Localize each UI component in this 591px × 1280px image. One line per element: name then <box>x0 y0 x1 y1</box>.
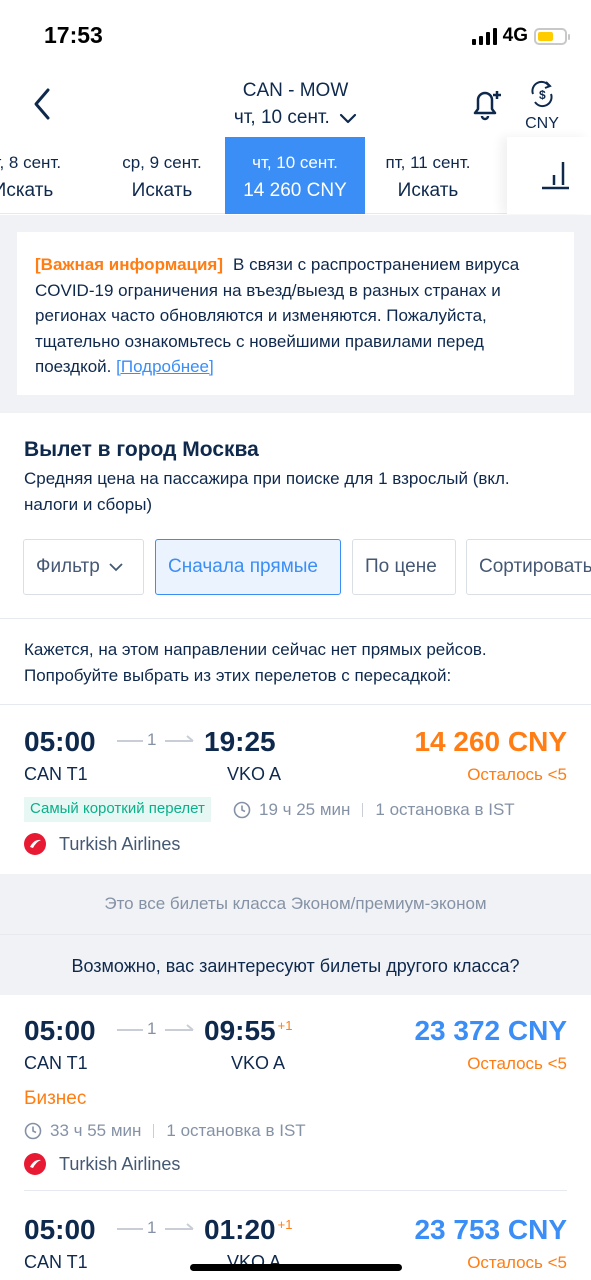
by-price-label: По цене <box>365 556 437 577</box>
notice-important-label: [Важная информация] <box>35 255 224 274</box>
divider <box>24 1190 567 1191</box>
date-tab-price: 14 260 CNY <box>243 180 347 201</box>
flight-price: 14 260 CNY <box>414 726 567 757</box>
currency-exchange-icon: $ <box>531 80 553 108</box>
date-tab-price: Искать <box>0 180 54 201</box>
airline: Turkish Airlines <box>24 833 180 855</box>
price-alert-button[interactable] <box>467 86 503 122</box>
date-tab-price: Искать <box>131 180 193 201</box>
economy-note-band: Это все билеты класса Эконом/премиум-эко… <box>0 874 591 934</box>
currency-label: CNY <box>525 115 559 132</box>
currency-button[interactable]: $ CNY <box>520 80 564 133</box>
stop-info: 1 остановка в IST <box>166 1121 306 1140</box>
sort-by-price-button[interactable]: По цене <box>352 539 456 595</box>
arrival-time-value: 09:55 <box>204 1015 276 1046</box>
clock-icon <box>233 801 251 819</box>
status-time: 17:53 <box>44 22 103 48</box>
flight-card[interactable]: 05:00 1 09:55 +1 23 372 CNY CAN T1 VKO A … <box>0 995 591 1191</box>
arrival-airport: VKO A <box>227 764 282 784</box>
sort-label: Сортировать <box>479 556 591 577</box>
clock-icon <box>24 1122 42 1140</box>
bar-chart-icon <box>542 162 569 190</box>
seats-left: Осталось <5 <box>467 765 567 784</box>
seats-left: Осталось <5 <box>467 1253 567 1272</box>
filter-button[interactable]: Фильтр <box>23 539 144 595</box>
date-tabs: вт, 8 сент. Искать ср, 9 сент. Искать чт… <box>0 137 591 214</box>
status-indicators: 4G <box>471 25 570 47</box>
turkish-airlines-logo <box>24 833 46 855</box>
network-label: 4G <box>502 25 528 46</box>
other-class-title: Возможно, вас заинтересуют билеты другог… <box>71 956 520 976</box>
bell-plus-icon <box>473 91 501 121</box>
header: CAN - MOW чт, 10 сент. $ CNY <box>0 70 591 136</box>
departure-time: 05:00 <box>24 726 96 757</box>
sort-button[interactable]: Сортировать <box>466 539 591 595</box>
arrival-time-value: 01:20 <box>204 1214 276 1245</box>
price-chart-button[interactable] <box>507 137 591 214</box>
shortest-flight-badge: Самый короткий перелет <box>24 797 211 822</box>
flight-duration: 33 ч 55 мин <box>50 1121 142 1140</box>
svg-text:$: $ <box>539 88 546 102</box>
seats-left: Осталось <5 <box>467 1054 567 1073</box>
stop-count: 1 <box>147 1019 157 1038</box>
flight-meta: 19 ч 25 мин 1 остановка в IST <box>233 800 515 820</box>
no-direct-message: Кажется, на этом направлении сейчас нет … <box>24 640 487 685</box>
covid-notice: [Важная информация] В связи с распростран… <box>17 232 574 395</box>
flight-duration: 19 ч 25 мин <box>259 800 351 819</box>
section-subtitle: Средняя цена на пассажира при поиске для… <box>24 469 510 514</box>
signal-icon <box>471 27 497 45</box>
airline: Turkish Airlines <box>24 1153 180 1175</box>
arrival-time-value: 19:25 <box>204 726 276 757</box>
date-tab-selected[interactable]: чт, 10 сент. 14 260 CNY <box>225 137 365 214</box>
arrival-airport: VKO A <box>231 1053 286 1073</box>
departure-airport: CAN T1 <box>24 764 88 784</box>
notice-area: [Важная информация] В связи с распростран… <box>0 215 591 413</box>
flight-price: 23 753 CNY <box>414 1214 567 1245</box>
airline-name: Turkish Airlines <box>59 1153 181 1174</box>
chevron-down-icon <box>339 113 357 124</box>
date-tab-date: вт, 8 сент. <box>0 153 62 172</box>
stop-count: 1 <box>147 730 157 749</box>
divider <box>0 618 591 619</box>
date-tab-price: Искать <box>397 180 459 201</box>
section-title: Вылет в город Москва <box>24 438 259 461</box>
battery-icon <box>534 27 570 45</box>
date-tab[interactable]: пт, 11 сент. Искать <box>358 137 498 214</box>
turkish-airlines-logo <box>24 1153 46 1175</box>
chevron-down-icon <box>109 563 123 572</box>
flight-card[interactable]: 05:00 1 19:25 14 260 CNY CAN T1 VKO A Ос… <box>0 705 591 873</box>
flight-price: 23 372 CNY <box>414 1015 567 1046</box>
flight-meta: 33 ч 55 мин 1 остановка в IST <box>24 1121 306 1141</box>
arrival-time: 19:25 <box>204 726 276 758</box>
departure-airport: CAN T1 <box>24 1053 88 1073</box>
arrival-time: 01:20 +1 <box>204 1214 292 1246</box>
next-day-badge: +1 <box>277 1216 293 1232</box>
direct-first-button[interactable]: Сначала прямые <box>155 539 341 595</box>
next-day-badge: +1 <box>277 1017 293 1033</box>
stop-count: 1 <box>147 1218 157 1237</box>
date-tab[interactable]: вт, 8 сент. Искать <box>0 137 93 214</box>
date-tab-date: пт, 11 сент. <box>385 153 471 172</box>
departure-time: 05:00 <box>24 1214 96 1245</box>
departure-time: 05:00 <box>24 1015 96 1046</box>
date-tab[interactable]: ср, 9 сент. Искать <box>92 137 232 214</box>
status-bar: 17:53 4G <box>0 0 591 70</box>
direct-first-label: Сначала прямые <box>168 556 318 577</box>
airline-name: Turkish Airlines <box>59 833 181 854</box>
stop-info: 1 остановка в IST <box>375 800 515 819</box>
arrival-time: 09:55 +1 <box>204 1015 292 1047</box>
notice-more-link[interactable]: [Подробнее] <box>116 357 214 376</box>
selected-date: чт, 10 сент. <box>233 107 330 128</box>
departure-airport: CAN T1 <box>24 1252 88 1272</box>
date-tab-date: ср, 9 сент. <box>122 153 202 172</box>
filter-bar: Фильтр Сначала прямые По цене Сортироват… <box>0 539 591 595</box>
home-indicator <box>190 1264 402 1271</box>
date-tab-date: чт, 10 сент. <box>252 153 338 172</box>
cabin-class: Бизнес <box>24 1088 87 1109</box>
economy-note: Это все билеты класса Эконом/премиум-эко… <box>104 894 487 913</box>
filter-label: Фильтр <box>36 556 100 577</box>
